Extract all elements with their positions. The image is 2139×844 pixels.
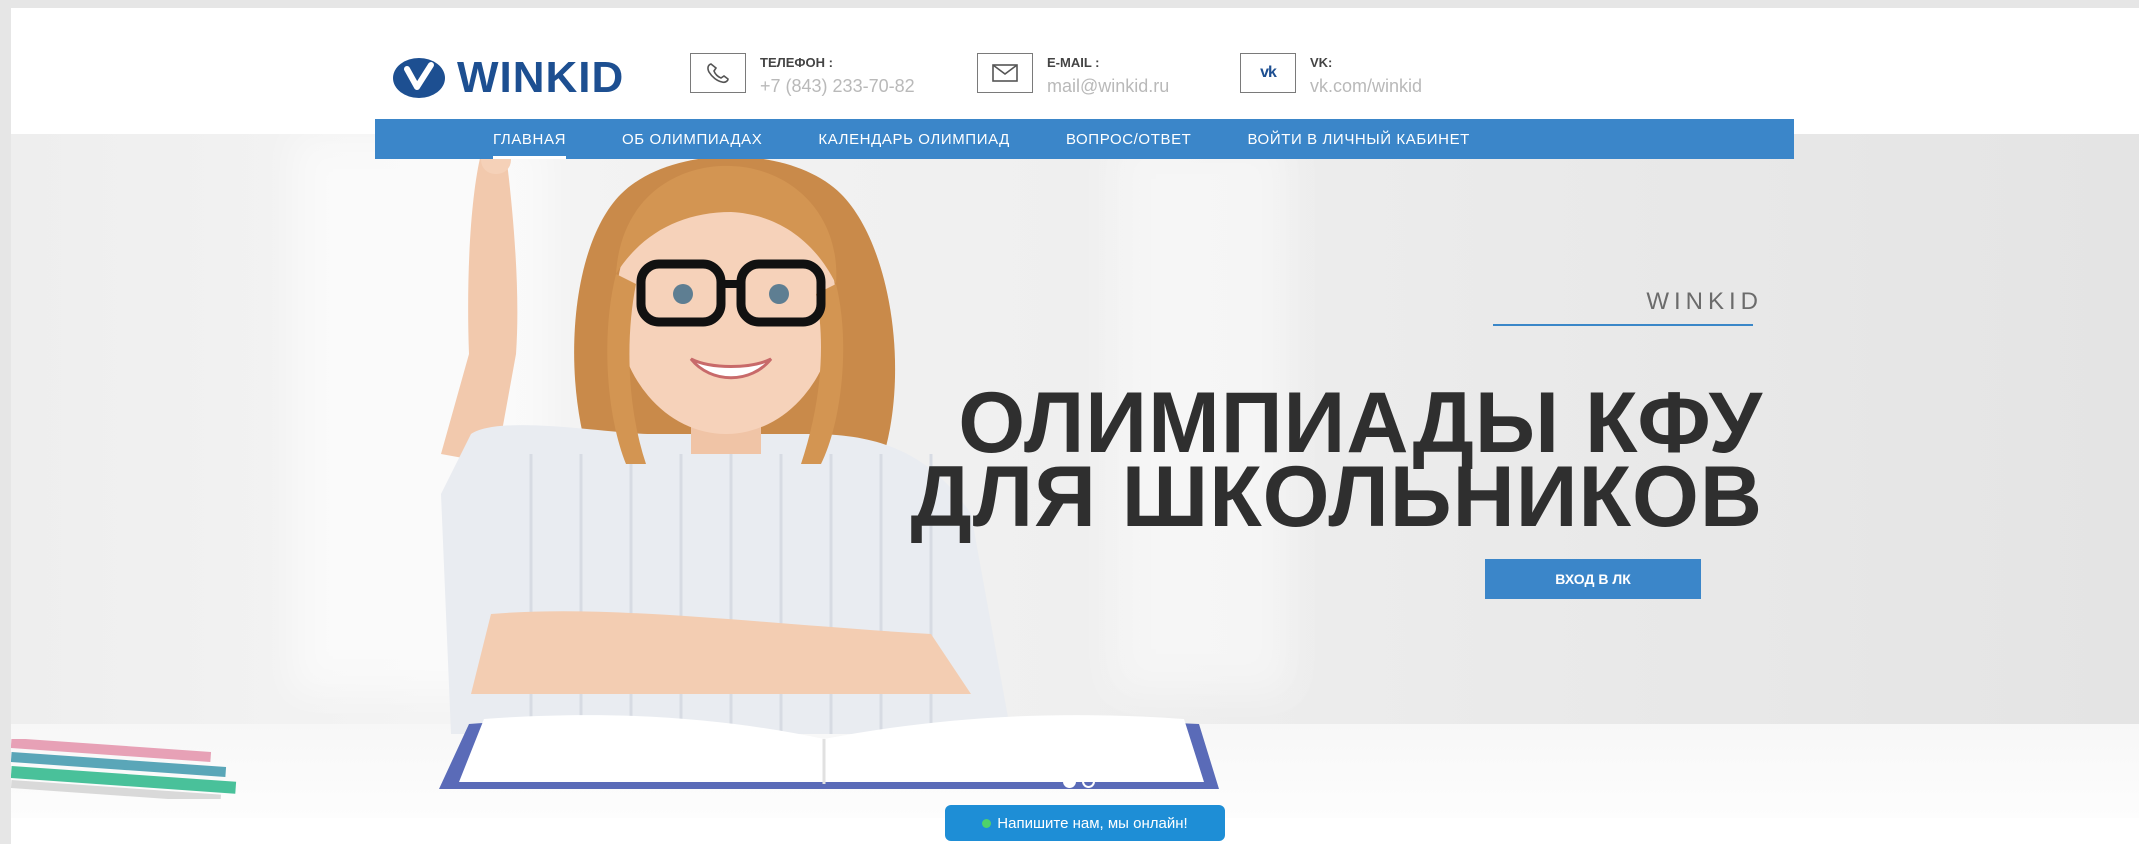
nav-item-faq[interactable]: ВОПРОС/ОТВЕТ	[1047, 119, 1211, 159]
phone-title: ТЕЛЕФОН :	[760, 55, 833, 70]
hero-title-line-2: ДЛЯ ШКОЛЬНИКОВ	[910, 449, 1763, 545]
online-status-icon	[982, 818, 992, 828]
phone-value[interactable]: +7 (843) 233-70-82	[760, 76, 915, 97]
nav-item-calendar[interactable]: КАЛЕНДАРЬ ОЛИМПИАД	[799, 119, 1029, 159]
logo[interactable]: WINKID	[391, 53, 624, 103]
main-nav: ГЛАВНАЯ ОБ ОЛИМПИАДАХ КАЛЕНДАРЬ ОЛИМПИАД…	[375, 119, 1794, 159]
email-value[interactable]: mail@winkid.ru	[1047, 76, 1169, 97]
phone-icon	[690, 53, 746, 93]
logo-text: WINKID	[457, 53, 625, 102]
books-illustration	[11, 739, 237, 799]
mail-icon	[977, 53, 1033, 93]
slider-dot-1[interactable]	[1063, 775, 1076, 788]
chat-label: Напишите нам, мы онлайн!	[997, 814, 1188, 832]
email-title: E-MAIL :	[1047, 55, 1100, 70]
open-book-illustration	[439, 715, 1219, 789]
nav-item-home[interactable]: ГЛАВНАЯ	[474, 119, 585, 159]
contact-vk: vk VK: vk.com/winkid	[1240, 53, 1422, 97]
hero-eyebrow: WINKID	[1646, 288, 1763, 315]
site-header: WINKID ТЕЛЕФОН : +7 (843) 233-70-82 E-MA…	[11, 8, 2139, 134]
login-cta-button[interactable]: ВХОД В ЛК	[1485, 559, 1701, 599]
vk-icon: vk	[1240, 53, 1296, 93]
hero-title: ОЛИМПИАДЫ КФУ ДЛЯ ШКОЛЬНИКОВ	[571, 380, 1763, 545]
hero-eyebrow-underline	[1493, 324, 1753, 326]
slider-dots	[1063, 775, 1095, 788]
nav-item-about[interactable]: ОБ ОЛИМПИАДАХ	[603, 119, 781, 159]
vk-title: VK:	[1310, 55, 1333, 70]
chat-widget-button[interactable]: Напишите нам, мы онлайн!	[945, 805, 1225, 841]
hero-slider: WINKID ОЛИМПИАДЫ КФУ ДЛЯ ШКОЛЬНИКОВ ВХОД…	[11, 134, 2139, 818]
contact-phone: ТЕЛЕФОН : +7 (843) 233-70-82	[690, 53, 915, 97]
contact-email: E-MAIL : mail@winkid.ru	[977, 53, 1169, 97]
vk-glyph: vk	[1260, 64, 1277, 81]
vk-value[interactable]: vk.com/winkid	[1310, 76, 1422, 97]
page: WINKID ТЕЛЕФОН : +7 (843) 233-70-82 E-MA…	[11, 8, 2139, 844]
slider-dot-2[interactable]	[1082, 775, 1095, 788]
logo-mark-icon	[393, 58, 445, 98]
nav-item-login[interactable]: ВОЙТИ В ЛИЧНЫЙ КАБИНЕТ	[1228, 119, 1489, 159]
